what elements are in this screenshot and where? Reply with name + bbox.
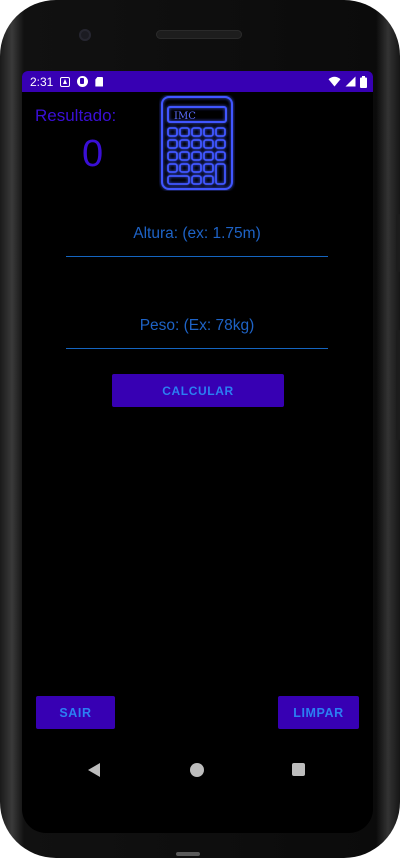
calculator-logo-text: IMC <box>174 111 196 122</box>
result-value: 0 <box>82 133 104 175</box>
wifi-icon <box>328 76 341 87</box>
app-screen: 2:31 Resultado: 0 IMC Altura: (ex: 1.75m… <box>22 71 373 833</box>
back-icon[interactable] <box>88 763 100 777</box>
status-bar: 2:31 <box>22 71 373 92</box>
calculator-logo-icon: IMC <box>161 96 233 190</box>
signal-icon <box>345 76 356 87</box>
front-camera <box>79 29 91 41</box>
clear-button[interactable]: LIMPAR <box>278 696 359 729</box>
sd-card-icon <box>95 76 104 87</box>
height-placeholder: Altura: (ex: 1.75m) <box>133 225 261 242</box>
status-time: 2:31 <box>30 74 54 89</box>
recents-icon[interactable] <box>292 763 305 776</box>
calculate-button[interactable]: CALCULAR <box>112 374 284 407</box>
navigation-bar <box>22 751 373 791</box>
weight-field[interactable]: Peso: (Ex: 78kg) <box>66 309 328 349</box>
exit-button[interactable]: SAIR <box>36 696 115 729</box>
bottom-speaker <box>176 852 200 856</box>
battery-icon <box>360 75 367 88</box>
volume-button <box>396 214 400 272</box>
notification-b-icon <box>77 76 89 87</box>
earpiece-speaker <box>156 30 242 39</box>
weight-placeholder: Peso: (Ex: 78kg) <box>139 317 255 334</box>
power-button <box>396 330 400 440</box>
home-icon[interactable] <box>190 763 204 777</box>
result-label: Resultado: <box>35 106 117 125</box>
height-field[interactable]: Altura: (ex: 1.75m) <box>66 217 328 257</box>
notification-a-icon <box>60 76 71 87</box>
phone-frame: 2:31 Resultado: 0 IMC Altura: (ex: 1.75m… <box>0 0 400 858</box>
